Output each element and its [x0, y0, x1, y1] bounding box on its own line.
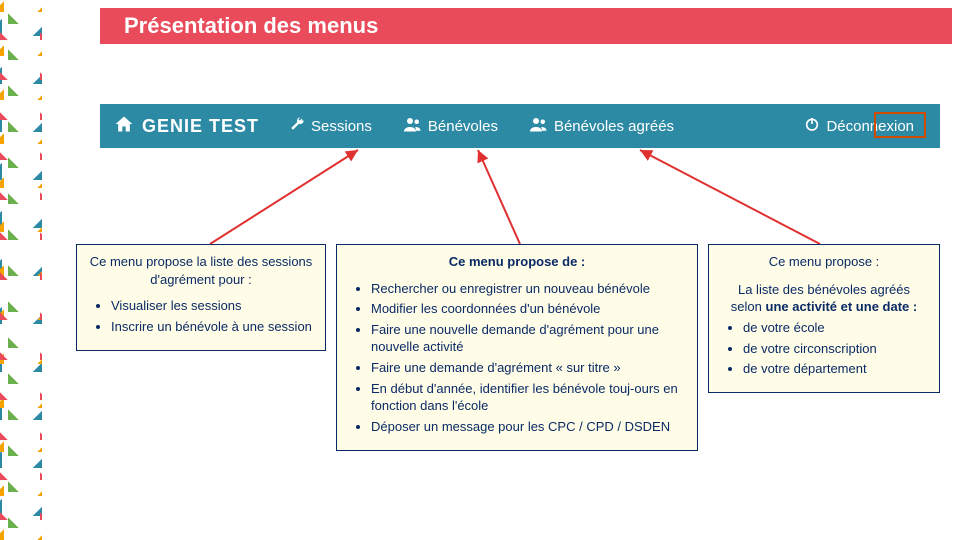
nav-item-sessions[interactable]: Sessions: [273, 104, 388, 148]
list-item: Rechercher ou enregistrer un nouveau bén…: [371, 281, 685, 298]
box-header: Ce menu propose de :: [349, 253, 685, 271]
list-item: Déposer un message pour les CPC / CPD / …: [371, 419, 685, 436]
list-item: Modifier les coordonnées d'un bénévole: [371, 301, 685, 318]
list-item: Visualiser les sessions: [111, 298, 313, 315]
box-list: Rechercher ou enregistrer un nouveau bén…: [349, 281, 685, 436]
list-item: Inscrire un bénévole à une session: [111, 319, 313, 336]
box-subheader: La liste des bénévoles agréés selon une …: [721, 281, 927, 316]
info-box-benevoles: Ce menu propose de : Rechercher ou enreg…: [336, 244, 698, 451]
power-icon: [804, 116, 820, 136]
users-icon: [530, 116, 548, 136]
nav-item-logout[interactable]: Déconnexion: [788, 104, 930, 148]
users-icon: [404, 116, 422, 136]
nav-item-benevoles-agrees[interactable]: Bénévoles agréés: [514, 104, 690, 148]
nav-item-benevoles[interactable]: Bénévoles: [388, 104, 514, 148]
wrench-icon: [289, 116, 305, 136]
box-header: Ce menu propose :: [721, 253, 927, 271]
list-item: de votre circonscription: [743, 341, 927, 358]
list-item: Faire une demande d'agrément « sur titre…: [371, 360, 685, 377]
list-item: En début d'année, identifier les bénévol…: [371, 381, 685, 415]
box-list: de votre école de votre circonscription …: [721, 320, 927, 379]
list-item: de votre département: [743, 361, 927, 378]
info-box-agrees: Ce menu propose : La liste des bénévoles…: [708, 244, 940, 393]
nav-label: Déconnexion: [826, 118, 914, 135]
page-title: Présentation des menus: [124, 13, 378, 39]
home-icon: [114, 114, 134, 139]
nav-label: Bénévoles agréés: [554, 118, 674, 135]
brand-label: GENIE TEST: [142, 116, 259, 137]
info-boxes-row: Ce menu propose la liste des sessions d'…: [76, 244, 946, 451]
box-header: Ce menu propose la liste des sessions d'…: [89, 253, 313, 288]
list-item: de votre école: [743, 320, 927, 337]
box-list: Visualiser les sessions Inscrire un béné…: [89, 298, 313, 336]
page-title-bar: Présentation des menus: [100, 8, 952, 44]
subheader-bold: une activité et une date :: [766, 299, 918, 314]
list-item: Faire une nouvelle demande d'agrément po…: [371, 322, 685, 356]
nav-brand[interactable]: GENIE TEST: [110, 114, 273, 139]
info-box-sessions: Ce menu propose la liste des sessions d'…: [76, 244, 326, 351]
nav-label: Bénévoles: [428, 118, 498, 135]
nav-label: Sessions: [311, 118, 372, 135]
decorative-sidebar: [0, 0, 42, 540]
app-navbar: GENIE TEST Sessions Bénévoles Bénévoles …: [100, 104, 940, 148]
